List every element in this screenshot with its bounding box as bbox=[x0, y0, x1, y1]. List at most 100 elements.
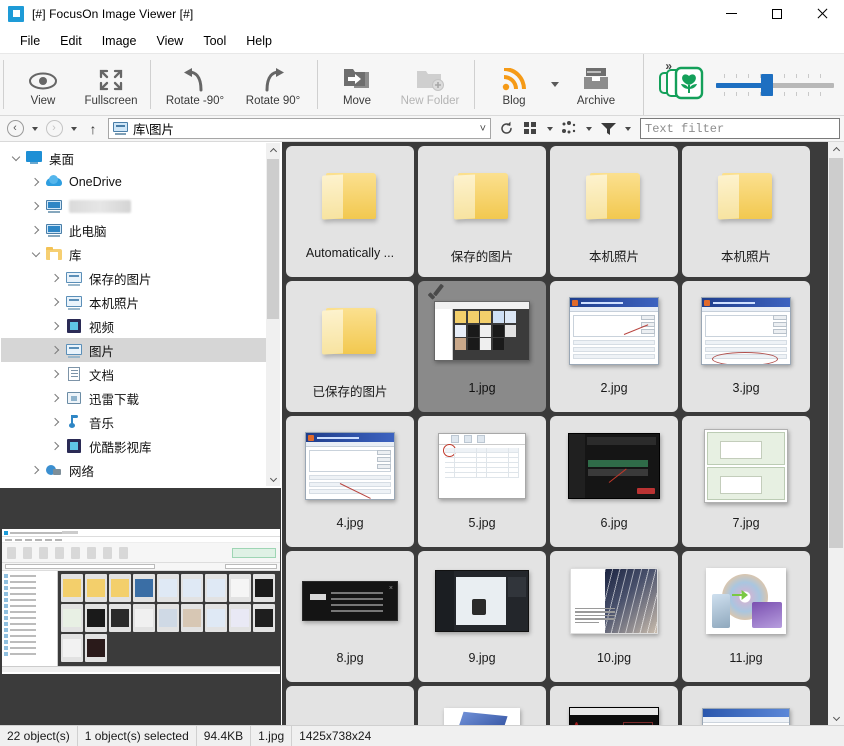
chevron-right-icon[interactable] bbox=[47, 434, 65, 458]
chevron-up-icon bbox=[269, 147, 276, 154]
grid-image-item[interactable]: 7.jpg bbox=[682, 416, 810, 547]
grid-image-item[interactable] bbox=[682, 686, 810, 725]
tree-item-本机照片[interactable]: 本机照片 bbox=[1, 290, 266, 314]
chevron-right-icon[interactable] bbox=[27, 218, 45, 242]
grid-folder-item[interactable]: 已保存的图片 bbox=[286, 281, 414, 412]
chevron-right-icon[interactable] bbox=[27, 194, 45, 218]
minimize-button[interactable] bbox=[709, 0, 754, 28]
grid-image-item[interactable] bbox=[418, 686, 546, 725]
filter-button[interactable] bbox=[597, 118, 619, 140]
blog-button[interactable]: Blog bbox=[480, 54, 548, 115]
back-button[interactable]: ‹ bbox=[4, 118, 26, 140]
tree-scrollbar[interactable] bbox=[266, 143, 280, 486]
sort-dropdown[interactable] bbox=[582, 127, 595, 131]
tree-item-桌面[interactable]: 桌面 bbox=[1, 146, 266, 170]
grid-image-item[interactable]: 11.jpg bbox=[682, 551, 810, 682]
forward-button[interactable]: › bbox=[43, 118, 65, 140]
grid-image-item[interactable]: 9.jpg bbox=[418, 551, 546, 682]
thumbnail-grid[interactable]: Automatically ...保存的图片本机照片本机照片已保存的图片1.jp… bbox=[282, 142, 828, 725]
menu-tool[interactable]: Tool bbox=[193, 30, 236, 52]
menu-file[interactable]: File bbox=[10, 30, 50, 52]
grid-image-item[interactable]: ×8.jpg bbox=[286, 551, 414, 682]
address-path-box[interactable]: 库\图片 ˅ bbox=[108, 118, 491, 139]
toolbar-overflow-button[interactable]: » bbox=[665, 59, 672, 73]
grid-folder-item[interactable]: 本机照片 bbox=[682, 146, 810, 277]
tree-item-此电脑[interactable]: 此电脑 bbox=[1, 218, 266, 242]
forward-icon: › bbox=[46, 120, 63, 137]
grid-view-button[interactable] bbox=[519, 118, 541, 140]
chevron-right-icon[interactable] bbox=[47, 410, 65, 434]
tree-scrollbar-thumb[interactable] bbox=[267, 159, 279, 319]
grid-scrollbar-thumb[interactable] bbox=[829, 158, 843, 548]
tree-item-图片[interactable]: 图片 bbox=[1, 338, 266, 362]
chevron-right-icon[interactable] bbox=[27, 458, 45, 482]
close-button[interactable] bbox=[799, 0, 844, 28]
move-button[interactable]: Move bbox=[323, 54, 391, 115]
sort-button[interactable] bbox=[558, 118, 580, 140]
grid-folder-item[interactable]: Automatically ... bbox=[286, 146, 414, 277]
preview-thumb-cell bbox=[85, 634, 107, 662]
tree-item-redacted[interactable] bbox=[1, 194, 266, 218]
grid-image-item[interactable]: 10.jpg bbox=[550, 551, 678, 682]
grid-scrollbar[interactable] bbox=[828, 142, 844, 725]
grid-image-item[interactable] bbox=[286, 686, 414, 725]
tree-item-保存的图片[interactable]: 保存的图片 bbox=[1, 266, 266, 290]
chevron-down-icon[interactable] bbox=[27, 242, 45, 266]
rotate-ccw-button[interactable]: Rotate -90° bbox=[156, 54, 234, 115]
refresh-button[interactable] bbox=[495, 118, 517, 140]
menu-view[interactable]: View bbox=[146, 30, 193, 52]
slider-thumb[interactable] bbox=[761, 74, 773, 96]
new-folder-button[interactable]: New Folder bbox=[391, 54, 469, 115]
tree-item-网络[interactable]: 网络 bbox=[1, 458, 266, 482]
tree-item-OneDrive[interactable]: OneDrive bbox=[1, 170, 266, 194]
filter-dropdown[interactable] bbox=[621, 127, 634, 131]
archive-button[interactable]: Archive bbox=[562, 54, 630, 115]
preview-pane[interactable] bbox=[0, 487, 281, 725]
grid-view-dropdown[interactable] bbox=[543, 127, 556, 131]
chevron-right-icon[interactable] bbox=[47, 290, 65, 314]
grid-image-item[interactable]: 2.jpg bbox=[550, 281, 678, 412]
forward-history-dropdown[interactable] bbox=[67, 127, 80, 131]
chevron-right-icon[interactable] bbox=[27, 170, 45, 194]
menu-help[interactable]: Help bbox=[236, 30, 282, 52]
up-button[interactable]: ↑ bbox=[82, 118, 104, 140]
grid-image-item[interactable]: 5.jpg bbox=[418, 416, 546, 547]
tree-item-库[interactable]: 库 bbox=[1, 242, 266, 266]
tree-item-迅雷下载[interactable]: 迅雷下载 bbox=[1, 386, 266, 410]
menu-image[interactable]: Image bbox=[92, 30, 147, 52]
chevron-right-icon[interactable] bbox=[47, 386, 65, 410]
blog-dropdown-button[interactable] bbox=[548, 54, 562, 115]
chevron-right-icon[interactable] bbox=[47, 362, 65, 386]
grid-scroll-down-button[interactable] bbox=[828, 711, 844, 725]
grid-image-item[interactable]: 4.jpg bbox=[286, 416, 414, 547]
grid-image-item[interactable]: 3.jpg bbox=[682, 281, 810, 412]
tree-item-音乐[interactable]: 音乐 bbox=[1, 410, 266, 434]
tree-item-视频[interactable]: 视频 bbox=[1, 314, 266, 338]
tree-scroll-down-button[interactable] bbox=[266, 472, 280, 486]
grid-scroll-up-button[interactable] bbox=[828, 142, 844, 156]
chevron-right-icon[interactable] bbox=[47, 338, 65, 362]
text-filter-input[interactable] bbox=[640, 118, 840, 139]
tree-scroll-up-button[interactable] bbox=[266, 143, 280, 157]
maximize-button[interactable] bbox=[754, 0, 799, 28]
toolbar-separator bbox=[317, 60, 318, 109]
menu-edit[interactable]: Edit bbox=[50, 30, 92, 52]
chevron-right-icon[interactable] bbox=[47, 314, 65, 338]
thumbnail bbox=[682, 416, 810, 516]
chevron-down-icon[interactable] bbox=[7, 146, 25, 170]
fullscreen-button[interactable]: Fullscreen bbox=[77, 54, 145, 115]
grid-folder-item[interactable]: 本机照片 bbox=[550, 146, 678, 277]
rotate-cw-button[interactable]: Rotate 90° bbox=[234, 54, 312, 115]
chevron-down-icon[interactable]: ˅ bbox=[480, 123, 486, 135]
tree-item-优酷影视库[interactable]: 优酷影视库 bbox=[1, 434, 266, 458]
grid-image-item[interactable]: 6.jpg bbox=[550, 416, 678, 547]
chevron-right-icon[interactable] bbox=[47, 266, 65, 290]
thumbnail-size-slider[interactable] bbox=[716, 71, 834, 99]
grid-image-item[interactable]: 1.jpg bbox=[418, 281, 546, 412]
back-history-dropdown[interactable] bbox=[28, 127, 41, 131]
view-button[interactable]: View bbox=[9, 54, 77, 115]
folder-tree[interactable]: 桌面OneDrive 此电脑库保存的图片本机照片视频图片文档迅雷下载音乐优酷影视库… bbox=[1, 143, 266, 486]
grid-image-item[interactable] bbox=[550, 686, 678, 725]
tree-item-文档[interactable]: 文档 bbox=[1, 362, 266, 386]
grid-folder-item[interactable]: 保存的图片 bbox=[418, 146, 546, 277]
